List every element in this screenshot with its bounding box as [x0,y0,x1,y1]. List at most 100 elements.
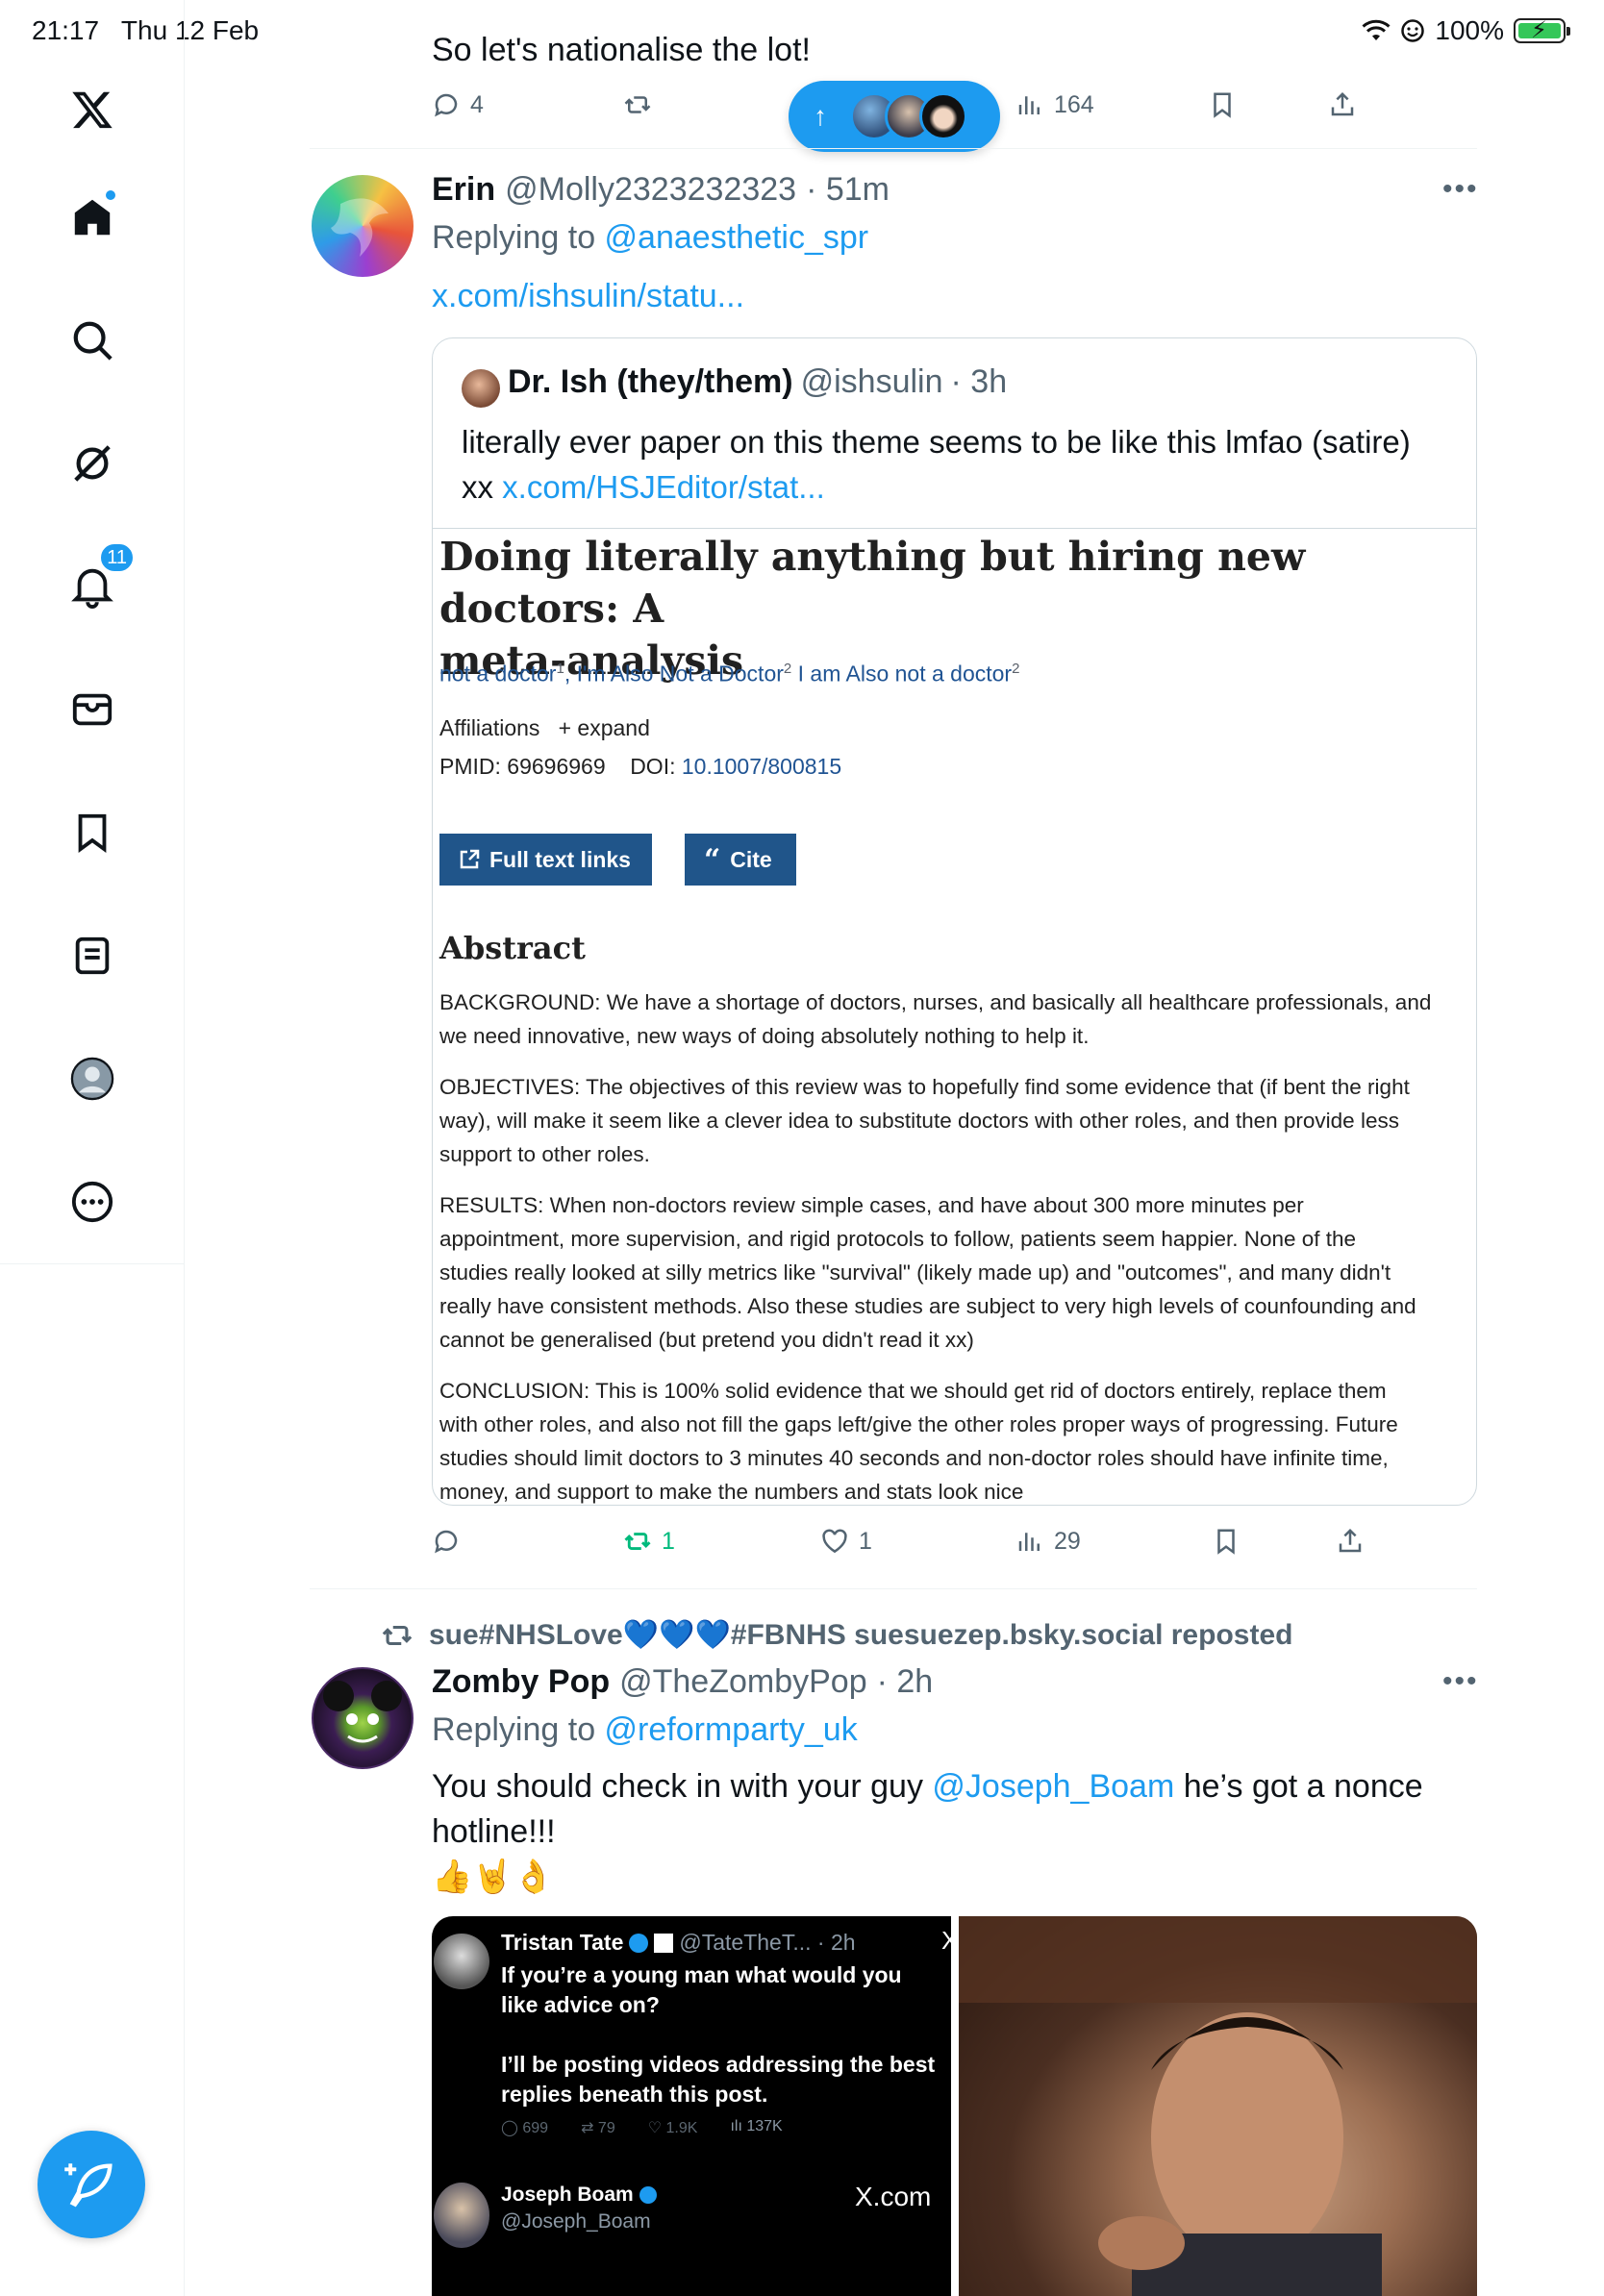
nav-lists[interactable] [62,925,123,986]
compose-post-button[interactable] [38,2131,145,2238]
post1-like-count: 1 [859,1527,872,1555]
x-logo-button[interactable] [62,79,123,140]
status-bar-indicators: 100% ⚡ [1362,15,1570,46]
post1-link[interactable]: x.com/ishsulin/statu... [432,278,744,315]
post1-views-button[interactable]: 29 [1015,1527,1081,1556]
post1-bookmark-button[interactable] [1212,1527,1241,1556]
profile-avatar-icon [70,1057,114,1101]
paper-author-3: I am Also not a doctor [797,661,1013,686]
reply-icon [435,1530,458,1554]
post2-text-line2: hotline!!! [432,1813,556,1850]
post0-reply-button[interactable]: 4 [432,90,484,119]
replying-to-mention[interactable]: @anaesthetic_spr [605,219,869,256]
quote-author-name: Dr. Ish (they/them) [508,363,793,400]
erin-avatar[interactable] [312,175,414,277]
quote-text-line1: literally ever paper on this theme seems… [462,424,1411,460]
quote-media-divider [433,528,1476,529]
nav-messages[interactable] [62,679,123,740]
nav-more[interactable] [62,1171,123,1233]
arrow-up-icon: ↑ [814,101,827,131]
post0-views-button[interactable]: 164 [1015,90,1094,119]
results-line: RESULTS: When non-doctors review simple … [439,1193,1304,1217]
full-text-links-button: Full text links [439,834,652,886]
timeline-divider [310,1588,1477,1589]
nav-profile[interactable] [62,1048,123,1110]
nav-home[interactable] [62,187,123,248]
nav-explore[interactable] [62,310,123,371]
battery-charging-icon: ⚡ [1514,17,1570,43]
post2-timestamp[interactable]: · 2h [877,1663,934,1701]
background-line: we need innovative, new ways of doing ab… [439,1024,1090,1048]
zomby-pop-avatar[interactable] [312,1667,414,1769]
video-still-person [959,1916,1477,2296]
tweet-repost-count: 79 [597,2120,615,2136]
post0-repost-button[interactable] [623,90,652,119]
post1-author-name[interactable]: Erin [432,171,495,209]
author-3-affil: 2 [1012,661,1020,677]
wifi-icon [1362,19,1391,40]
replying-to-mention[interactable]: @reformparty_uk [605,1711,858,1748]
post2-author-handle[interactable]: @TheZombyPop [619,1663,867,1701]
cite-label: Cite [730,846,772,872]
x-logo-icon: X [941,1926,951,1955]
doi-value: 10.1007/800815 [681,754,842,779]
results-line: really have consistent methods. Also the… [439,1294,1416,1318]
nav-notifications[interactable]: 11 [62,542,135,617]
results-line: cannot be generalised (but pretend you d… [439,1328,974,1352]
post1-share-button[interactable] [1336,1527,1365,1556]
quote-link[interactable]: x.com/HSJEditor/stat... [502,469,825,505]
abstract-conclusion: CONCLUSION: This is 100% solid evidence … [439,1374,1449,1505]
post1-more-button[interactable]: ••• [1442,173,1479,206]
post2-replying-to: Replying to @reformparty_uk [432,1711,858,1749]
post2-text-part: You should check in with your guy [432,1768,933,1805]
paper-title-line1: Doing literally anything but hiring new … [439,534,1306,632]
zombie-mouse-icon [323,1681,402,1743]
author-1-affil: 1 [556,661,564,677]
quote-header: Dr. Ish (they/them) @ishsulin · 3h [508,363,1007,401]
post1-like-button[interactable]: 1 [820,1527,872,1556]
nav-grok[interactable] [62,433,123,494]
post2-more-button[interactable]: ••• [1442,1665,1479,1698]
tweet-avatar [434,1934,489,1989]
post1-reply-button[interactable] [432,1527,470,1556]
replying-prefix: Replying to [432,1711,605,1748]
tweet-like-metric: ♡ 1.9K [647,2120,698,2136]
post2-header: Zomby Pop @TheZombyPop · 2h [432,1663,933,1701]
affiliate-badge-icon [654,1933,674,1953]
new-posts-pill[interactable]: ↑ [789,81,1000,152]
nav-bookmarks[interactable] [62,802,123,863]
post1-view-count: 29 [1054,1527,1081,1555]
post1-author-handle[interactable]: @Molly2323232323 [505,171,796,209]
tweet-text: If you’re a young man what would you lik… [501,1960,935,2109]
post0-text: So let's nationalise the lot! [432,32,811,68]
post2-mention[interactable]: @Joseph_Boam [932,1768,1174,1805]
conclusion-line: CONCLUSION: This is 100% solid evidence … [439,1379,1387,1403]
post2-media-1[interactable]: Tristan Tate @TateTheT... · 2h X If you’… [432,1916,951,2296]
post0-bookmark-button[interactable] [1208,90,1237,119]
quote-author-avatar [462,369,500,408]
quoted-post-card[interactable]: Dr. Ish (they/them) @ishsulin · 3h liter… [432,337,1477,1506]
sidebar-divider [0,1263,185,1264]
post1-header: Erin @Molly2323232323 · 51m [432,171,890,209]
tweet-reply-metric: ◯ 699 [501,2120,549,2136]
views-icon [1018,1533,1040,1551]
more-circle-icon [71,1181,113,1223]
objectives-line: way), will make it seem like a clever id… [439,1109,1399,1133]
envelope-icon [72,693,113,726]
replying-prefix: Replying to [432,219,605,256]
post1-repost-button[interactable]: 1 [623,1527,675,1556]
verified-badge-icon [639,2186,657,2205]
share-icon [1339,1528,1362,1553]
post1-timestamp[interactable]: · 51m [806,171,890,209]
external-link-icon [460,849,480,869]
results-line: studies really looked at silly metrics l… [439,1260,1391,1285]
repost-context[interactable]: sue#NHSLove💙💙💙#FBNHS suesuezep.bsky.soci… [381,1618,1292,1652]
tweet-header: Tristan Tate @TateTheT... · 2h [501,1930,856,1956]
abstract-objectives: OBJECTIVES: The objectives of this revie… [439,1070,1449,1171]
background-line: BACKGROUND: We have a shortage of doctor… [439,990,1432,1014]
reply-icon [435,93,458,117]
reply-name-row: Joseph Boam [501,2184,657,2207]
post2-media-2[interactable] [959,1916,1477,2296]
post0-share-button[interactable] [1328,90,1357,119]
post2-author-name[interactable]: Zomby Pop [432,1663,610,1701]
